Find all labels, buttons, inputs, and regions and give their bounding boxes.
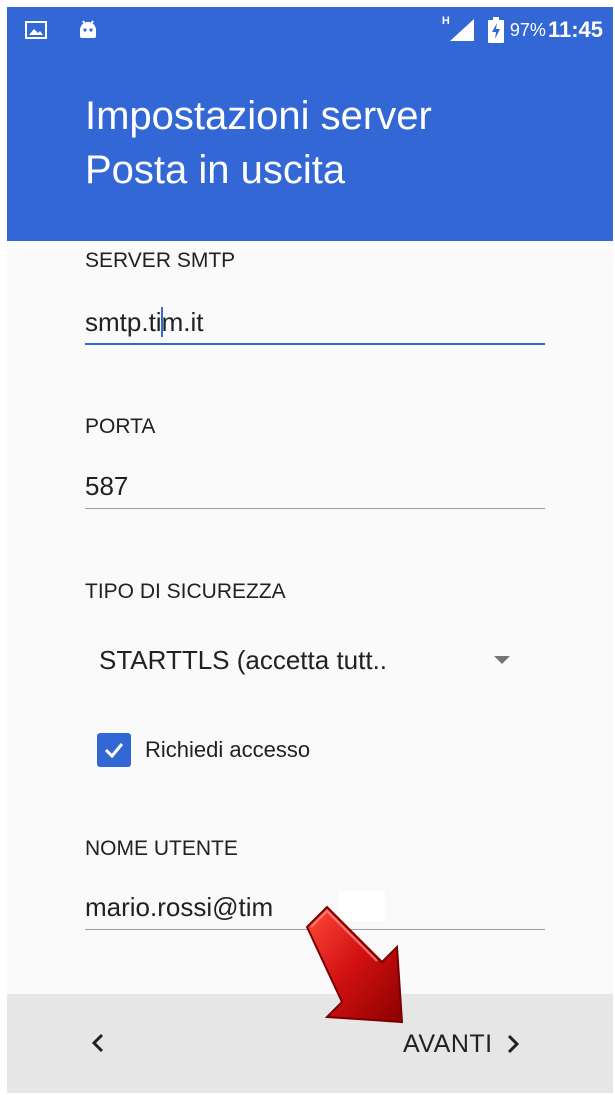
checkmark-icon [102, 738, 126, 762]
app-header: H 97% 11:45 Impostazioni server Posta in… [7, 7, 613, 241]
next-button-label: AVANTI [403, 1029, 493, 1058]
port-underline [85, 508, 545, 509]
smtp-server-underline [85, 343, 545, 345]
redaction-patch [339, 891, 385, 921]
smtp-server-input[interactable] [85, 299, 545, 345]
username-input[interactable] [85, 884, 545, 930]
screen: H 97% 11:45 Impostazioni server Posta in… [7, 7, 613, 1093]
next-button[interactable]: AVANTI [403, 1024, 521, 1064]
port-input[interactable] [85, 463, 545, 509]
security-type-dropdown[interactable]: STARTTLS (accetta tutt.. [99, 637, 519, 683]
back-button[interactable] [83, 1028, 113, 1058]
battery-charging-icon [487, 17, 504, 43]
status-bar-right: H 97% 11:45 [440, 15, 603, 45]
android-icon [77, 19, 99, 45]
status-bar: H 97% 11:45 [7, 7, 613, 51]
username-underline [85, 929, 545, 930]
username-label: NOME UTENTE [85, 837, 238, 860]
smtp-server-label: SERVER SMTP [85, 249, 236, 272]
security-type-label: TIPO DI SICUREZZA [85, 580, 286, 603]
chevron-left-icon [90, 1032, 106, 1054]
port-label: PORTA [85, 415, 156, 438]
dropdown-arrow-icon [494, 656, 510, 664]
page-title: Impostazioni server Posta in uscita [85, 89, 585, 197]
clock: 11:45 [547, 17, 603, 42]
page-title-line-1: Impostazioni server [85, 94, 432, 138]
text-cursor [161, 307, 163, 337]
require-login-row[interactable]: Richiedi accesso [97, 730, 310, 770]
page-title-line-2: Posta in uscita [85, 148, 346, 192]
security-type-value: STARTTLS (accetta tutt.. [99, 644, 388, 675]
bottom-nav-bar: AVANTI [7, 994, 613, 1093]
require-login-checkbox[interactable] [97, 733, 131, 767]
image-icon [25, 21, 47, 43]
signal-icon: H [440, 15, 478, 43]
chevron-right-icon [505, 1033, 521, 1055]
battery-percent: 97% [509, 19, 546, 40]
require-login-label: Richiedi accesso [145, 737, 311, 762]
